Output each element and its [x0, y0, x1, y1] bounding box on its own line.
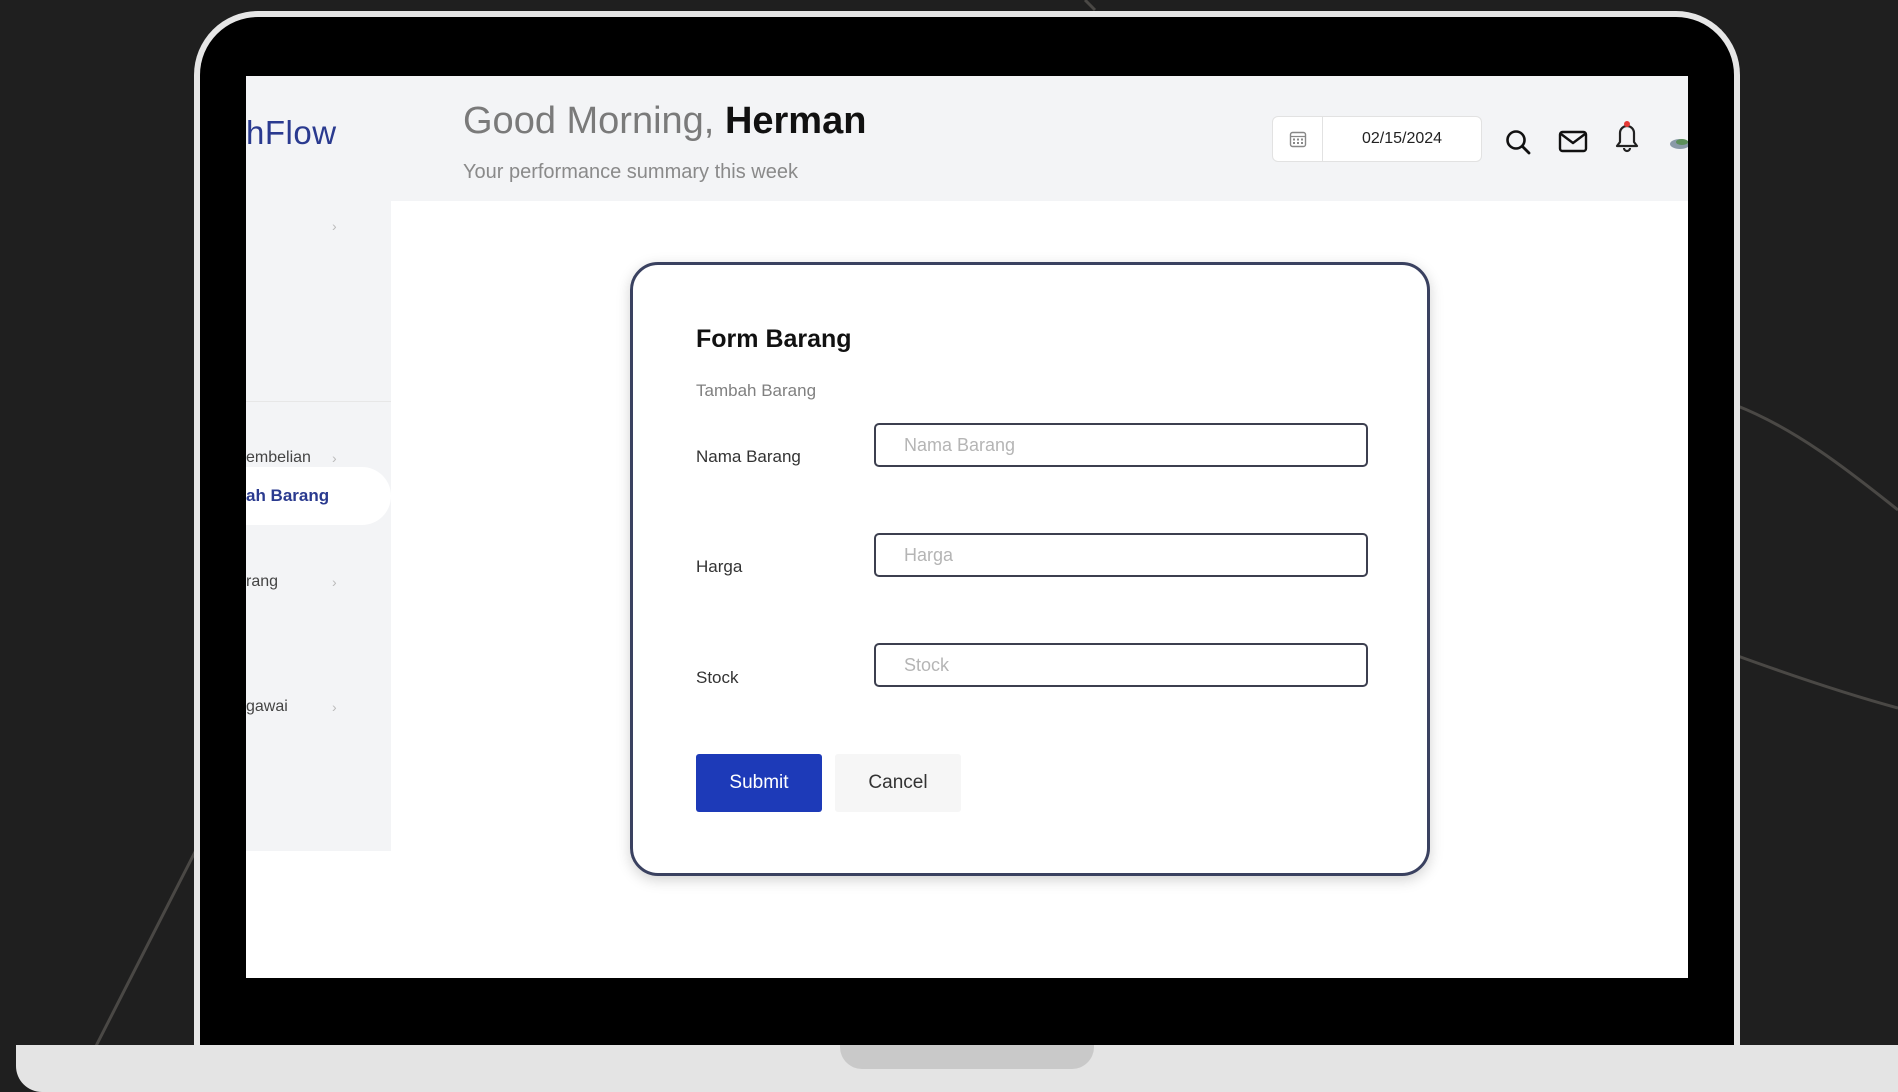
sidebar: › embelian › ah Barang rang › gawai ›: [246, 201, 391, 851]
avatar[interactable]: [1664, 126, 1688, 158]
chevron-right-icon: ›: [332, 574, 337, 590]
form-card: Form Barang Tambah Barang Nama Barang Ha…: [630, 262, 1430, 876]
sidebar-item-pegawai[interactable]: gawai ›: [246, 682, 391, 732]
mail-icon[interactable]: [1557, 126, 1589, 158]
sidebar-item-label: gawai: [246, 698, 288, 715]
sidebar-item-label: ah Barang: [246, 486, 330, 505]
top-bar: hFlow Good Morning, Herman Your performa…: [246, 76, 1688, 201]
sidebar-item-1[interactable]: ›: [246, 201, 391, 251]
form-subtitle: Tambah Barang: [696, 381, 817, 400]
harga-label: Harga: [696, 557, 743, 576]
brand-logo-text: hFlow: [246, 114, 337, 151]
stock-input[interactable]: [874, 643, 1368, 687]
chevron-right-icon: ›: [332, 699, 337, 715]
bell-icon[interactable]: [1611, 120, 1643, 153]
harga-input[interactable]: [874, 533, 1368, 577]
sidebar-item-label: embelian: [246, 449, 311, 466]
sidebar-item-label: rang: [246, 573, 279, 590]
greeting: Good Morning, Herman: [463, 100, 866, 143]
page-subtitle: Your performance summary this week: [463, 161, 798, 183]
search-icon[interactable]: [1502, 126, 1534, 158]
sidebar-divider: [246, 401, 391, 402]
sidebar-item-barang[interactable]: rang ›: [246, 557, 391, 607]
chevron-right-icon: ›: [332, 218, 337, 234]
cancel-button[interactable]: Cancel: [835, 754, 961, 812]
nama-barang-input[interactable]: [874, 423, 1368, 467]
sidebar-item-tambah-barang[interactable]: ah Barang: [246, 467, 391, 525]
app-screen: hFlow Good Morning, Herman Your performa…: [246, 76, 1688, 978]
date-picker[interactable]: 02/15/2024: [1272, 116, 1482, 162]
calendar-icon[interactable]: [1273, 117, 1323, 161]
nama-barang-label: Nama Barang: [696, 447, 801, 466]
chevron-right-icon: ›: [332, 450, 337, 466]
laptop-notch: [840, 1045, 1094, 1069]
stock-label: Stock: [696, 668, 739, 687]
submit-button[interactable]: Submit: [696, 754, 822, 812]
greeting-prefix: Good Morning,: [463, 100, 715, 142]
form-title: Form Barang: [696, 325, 852, 353]
user-name: Herman: [724, 100, 867, 142]
date-value: 02/15/2024: [1361, 130, 1443, 147]
